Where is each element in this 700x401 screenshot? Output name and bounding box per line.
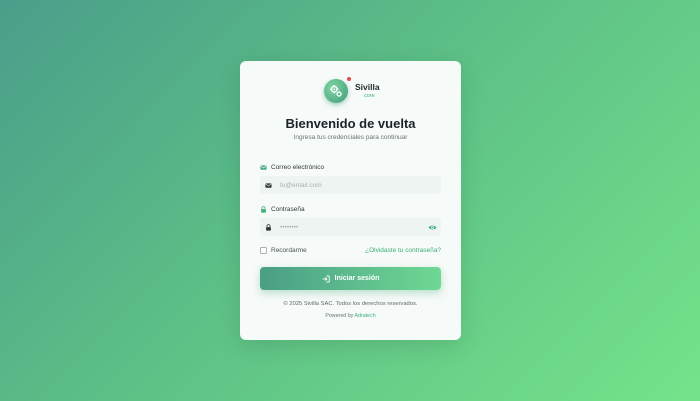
powered-by: Powered by Adratech xyxy=(240,313,461,319)
email-input[interactable] xyxy=(280,181,420,189)
copyright-text: © 2025 Sivilla SAC. Todos los derechos r… xyxy=(283,301,418,307)
email-label-text: Correo electrónico xyxy=(271,164,325,171)
remember-label: Recordarme xyxy=(271,247,307,254)
powered-by-prefix: Powered by xyxy=(325,313,354,319)
remember-checkbox[interactable] xyxy=(260,247,267,254)
envelope-icon xyxy=(265,182,272,188)
notification-dot xyxy=(347,77,351,81)
login-button[interactable]: Iniciar sesión xyxy=(260,267,441,290)
password-input[interactable] xyxy=(280,223,420,231)
lock-icon xyxy=(266,223,271,231)
brand-name: Sivilla xyxy=(355,82,380,92)
login-button-label: Iniciar sesión xyxy=(334,275,380,282)
login-card: Sivilla core Bienvenido de vuelta Ingres… xyxy=(240,61,461,340)
envelope-icon xyxy=(260,165,267,170)
page-subtitle: Ingresa tus credenciales para continuar xyxy=(293,134,408,141)
brand: Sivilla core xyxy=(324,77,380,103)
eye-icon[interactable] xyxy=(428,223,437,232)
password-field[interactable] xyxy=(260,218,441,236)
brand-text: Sivilla core xyxy=(355,83,380,99)
gears-icon xyxy=(330,85,342,97)
brand-sub: core xyxy=(364,92,375,99)
adratech-link[interactable]: Adratech xyxy=(354,313,375,319)
forgot-password-link[interactable]: ¿Olvidaste tu contraseña? xyxy=(365,247,441,254)
lock-icon xyxy=(261,206,266,213)
password-label-text: Contraseña xyxy=(271,206,305,213)
page-title: Bienvenido de vuelta xyxy=(285,116,416,131)
email-label: Correo electrónico xyxy=(260,164,324,171)
sign-in-icon xyxy=(322,275,330,282)
email-field[interactable] xyxy=(260,176,441,194)
remember-me[interactable]: Recordarme xyxy=(260,247,307,254)
password-label: Contraseña xyxy=(260,206,305,213)
brand-logo xyxy=(324,77,351,103)
